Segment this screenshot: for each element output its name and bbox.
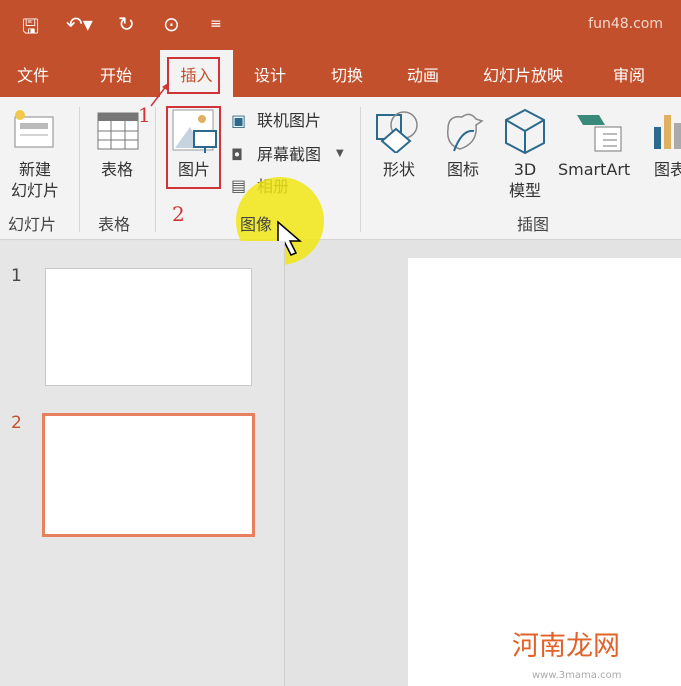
- divider: [79, 107, 80, 232]
- ribbon: 新建 幻灯片 幻灯片 表格 表格 图片 ▣ 联机图片 ◘ 屏幕截图 ▼ ▤ 相册…: [0, 97, 681, 240]
- shapes-button[interactable]: 形状: [376, 159, 422, 180]
- slide-number-2: 2: [11, 413, 22, 433]
- present-icon[interactable]: ⊙: [163, 12, 180, 36]
- slides-panel: 1 2: [0, 241, 285, 686]
- group-images-label: 图像: [240, 215, 273, 234]
- icons-button[interactable]: 图标: [440, 159, 486, 180]
- divider: [155, 107, 156, 232]
- tab-file[interactable]: 文件: [17, 62, 49, 86]
- save-icon[interactable]: 🖫: [22, 12, 39, 46]
- table-button[interactable]: 表格: [92, 159, 142, 180]
- table-icon: [97, 112, 139, 150]
- site-label: fun48.com: [588, 16, 663, 32]
- divider: [360, 107, 361, 232]
- slide-thumbnail-1[interactable]: [45, 268, 252, 386]
- online-picture-button[interactable]: 联机图片: [257, 110, 321, 131]
- 3d-model-label-b: 模型: [508, 181, 541, 200]
- annotation-arrow: [150, 83, 168, 107]
- watermark-text: 河南龙网: [512, 631, 620, 662]
- title-bar: 🖫 ↶▾ ↻ ⊙ ≡ fun48.com: [0, 0, 681, 50]
- chevron-down-icon[interactable]: ▼: [336, 148, 344, 159]
- 3d-model-label-a: 3D: [513, 160, 537, 179]
- watermark: 河南龙网 www.3mama.com: [512, 624, 621, 682]
- tab-animations[interactable]: 动画: [407, 62, 439, 86]
- undo-icon[interactable]: ↶▾: [66, 12, 93, 36]
- slide-canvas[interactable]: [408, 258, 681, 686]
- slide-number-1: 1: [11, 266, 22, 286]
- annotation-box-insert: [167, 57, 220, 94]
- 3d-model-icon: [505, 108, 545, 155]
- annotation-box-picture: [166, 106, 221, 189]
- tab-review[interactable]: 审阅: [613, 62, 645, 86]
- screenshot-icon: ◘: [231, 146, 243, 164]
- chart-icon: [654, 115, 681, 149]
- group-tables-label: 表格: [98, 215, 131, 234]
- tab-slideshow[interactable]: 幻灯片放映: [483, 62, 563, 86]
- annotation-step-2: 2: [172, 202, 185, 226]
- tab-home[interactable]: 开始: [100, 62, 132, 86]
- icons-icon: [447, 113, 484, 152]
- customize-icon[interactable]: ≡: [210, 16, 222, 32]
- new-slide-button[interactable]: 新建 幻灯片: [0, 159, 70, 201]
- screenshot-button[interactable]: 屏幕截图: [257, 144, 321, 165]
- slide-thumbnail-2[interactable]: [42, 413, 255, 537]
- ribbon-tabs: 文件 开始 插入 设计 切换 动画 幻灯片放映 审阅: [0, 50, 681, 97]
- album-icon: ▤: [231, 176, 247, 195]
- smartart-icon: [577, 115, 622, 152]
- online-picture-icon: ▣: [231, 111, 247, 130]
- new-slide-icon: [14, 110, 54, 148]
- tab-design[interactable]: 设计: [254, 62, 286, 86]
- chart-button[interactable]: 图表: [654, 159, 681, 180]
- redo-icon[interactable]: ↻: [118, 12, 135, 36]
- 3d-model-button[interactable]: 3D 模型: [502, 159, 548, 201]
- shapes-icon: [376, 111, 418, 153]
- watermark-url: www.3mama.com: [532, 670, 622, 681]
- group-illustrations-label: 插图: [517, 215, 550, 234]
- tab-transitions[interactable]: 切换: [331, 62, 363, 86]
- smartart-button[interactable]: SmartArt: [558, 159, 630, 180]
- group-slides-label: 幻灯片: [8, 215, 57, 234]
